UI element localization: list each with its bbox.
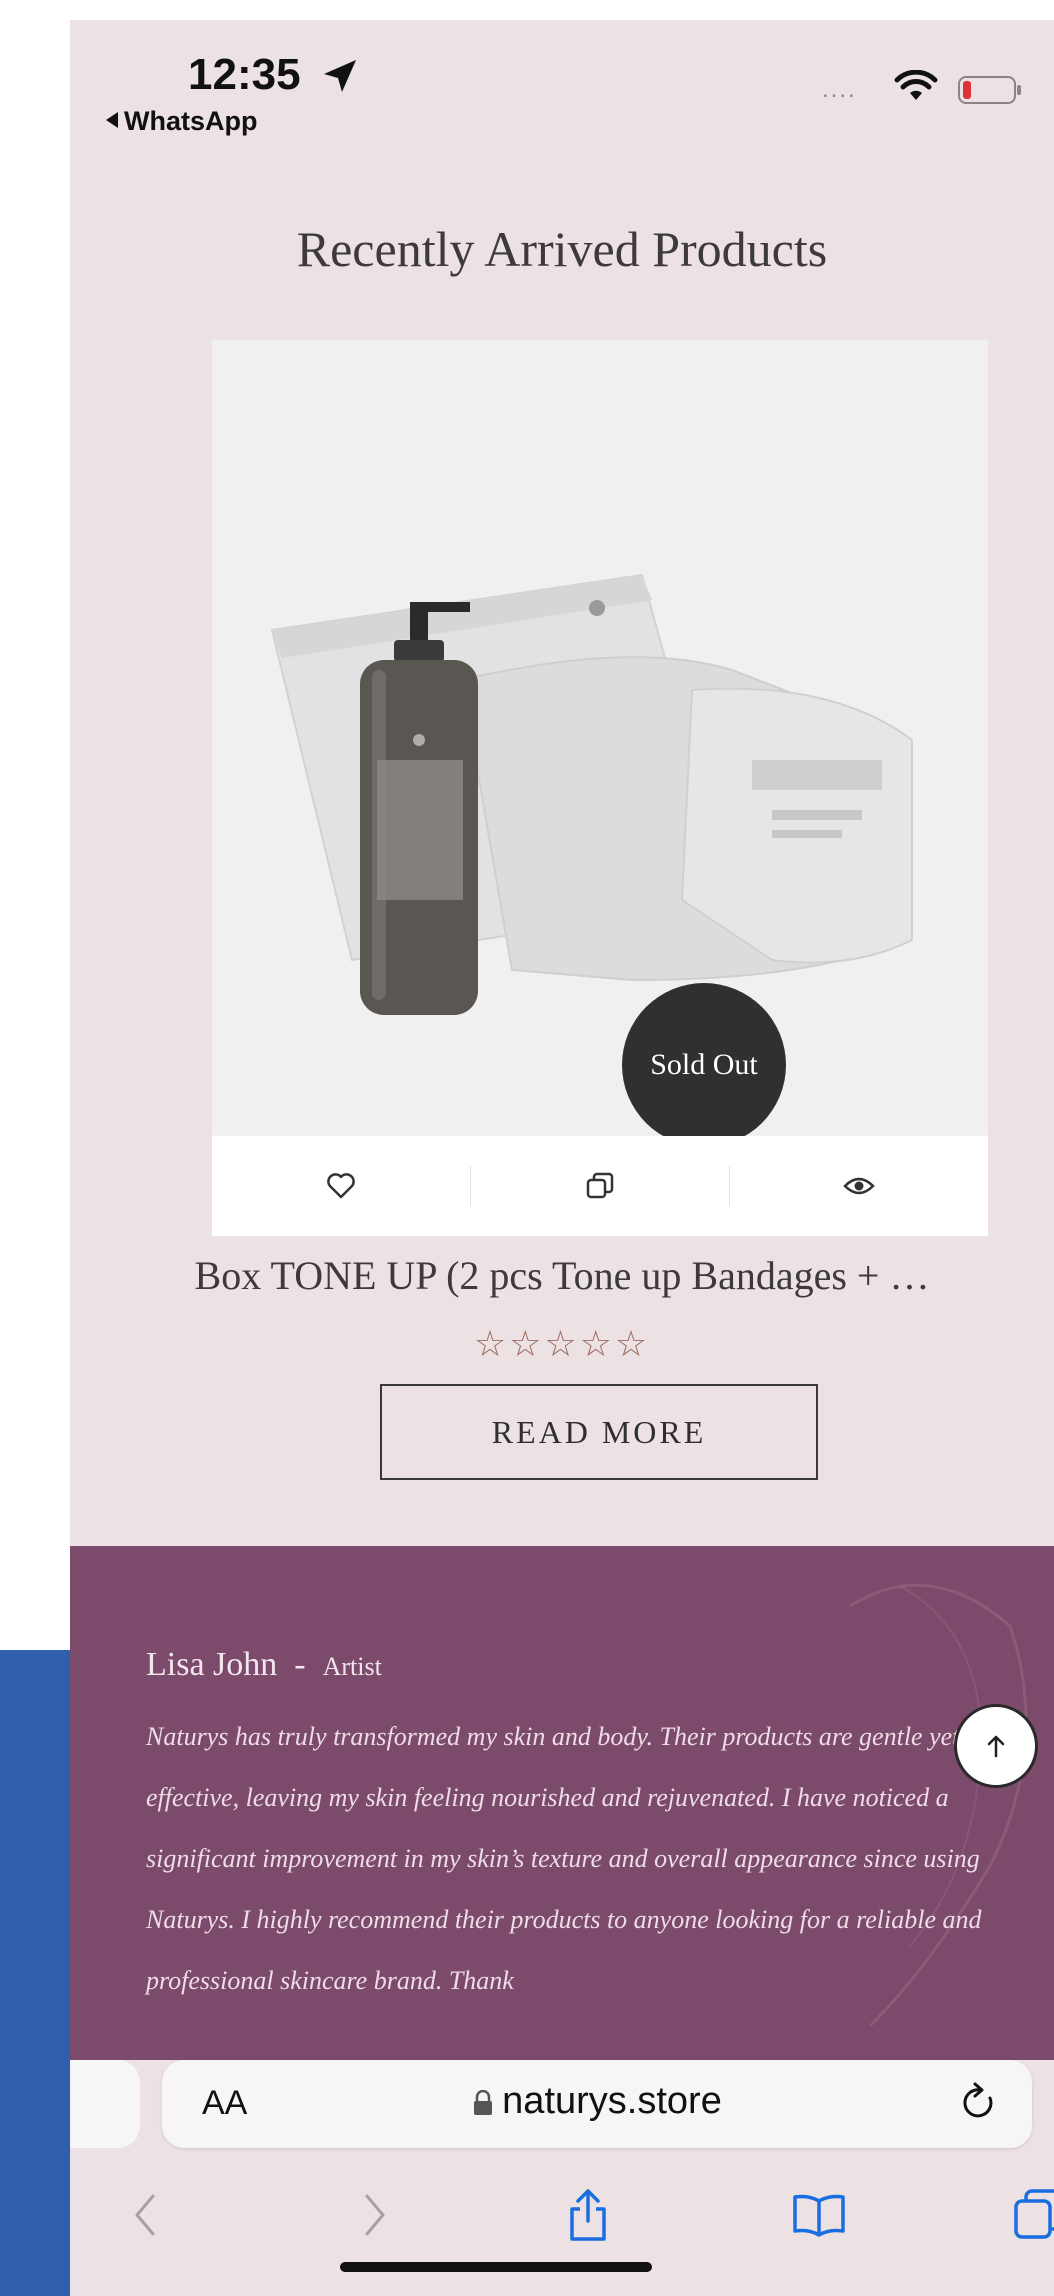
safari-nav-row xyxy=(70,2180,1054,2260)
background-blue-panel xyxy=(0,1650,70,2296)
back-triangle-icon xyxy=(106,112,118,128)
tabs-icon xyxy=(1014,2189,1054,2239)
url-display[interactable]: naturys.store xyxy=(162,2080,1032,2123)
lock-icon xyxy=(474,2089,493,2115)
author-separator: - xyxy=(294,1646,306,1683)
compare-icon xyxy=(586,1172,614,1199)
battery-icon xyxy=(958,76,1021,104)
back-button[interactable] xyxy=(120,2180,170,2250)
author-name: Lisa John xyxy=(146,1646,278,1683)
location-arrow-icon xyxy=(324,60,356,92)
section-title: Recently Arrived Products xyxy=(296,221,828,277)
product-card[interactable]: Sold Out xyxy=(212,340,988,1236)
author-role: Artist xyxy=(322,1652,382,1681)
back-to-whatsapp-link[interactable]: WhatsApp xyxy=(106,106,257,137)
cellular-signal-indicator: .... xyxy=(822,76,857,103)
address-bar[interactable]: AA naturys.store xyxy=(162,2060,1032,2148)
safari-toolbar: AA naturys.store xyxy=(70,2060,1054,2296)
arrow-up-icon xyxy=(987,1735,1005,1758)
scroll-to-top-button[interactable] xyxy=(954,1704,1038,1788)
home-indicator[interactable] xyxy=(340,2262,652,2272)
status-time: 12:35 xyxy=(188,50,301,99)
reload-icon[interactable] xyxy=(960,2082,1000,2126)
book-icon xyxy=(793,2194,845,2237)
sold-out-badge: Sold Out xyxy=(622,983,786,1147)
eye-icon xyxy=(843,1177,875,1195)
testimonial-section: Lisa John - Artist Naturys has truly tra… xyxy=(70,1546,1054,2066)
tabs-button[interactable] xyxy=(1010,2180,1054,2250)
share-icon xyxy=(570,2189,606,2241)
back-label: WhatsApp xyxy=(124,106,258,136)
forward-button[interactable] xyxy=(350,2180,400,2250)
previous-tab-card[interactable] xyxy=(70,2060,140,2148)
chevron-right-icon xyxy=(365,2194,385,2236)
url-text: naturys.store xyxy=(502,2080,722,2122)
product-image[interactable] xyxy=(212,340,988,1130)
share-button[interactable] xyxy=(558,2180,618,2250)
wifi-icon xyxy=(894,70,938,100)
phone-screen: 12:35 WhatsApp .... Recently Arrived Pro… xyxy=(70,20,1054,2296)
wishlist-button[interactable] xyxy=(212,1136,470,1236)
testimonial-quote: Naturys has truly transformed my skin an… xyxy=(146,1722,982,1995)
compare-button[interactable] xyxy=(471,1136,729,1236)
product-title[interactable]: Box TONE UP (2 pcs Tone up Bandages + … xyxy=(70,1252,1054,1299)
bookmarks-button[interactable] xyxy=(784,2180,854,2250)
read-more-button[interactable]: READ MORE xyxy=(380,1384,818,1480)
heart-icon xyxy=(327,1173,355,1199)
quick-view-button[interactable] xyxy=(730,1136,988,1236)
product-action-bar xyxy=(212,1136,988,1236)
chevron-left-icon xyxy=(135,2194,155,2236)
testimonial-author: Lisa John - Artist xyxy=(146,1646,382,1684)
rating-stars: ☆☆☆☆☆ xyxy=(473,1323,651,1364)
